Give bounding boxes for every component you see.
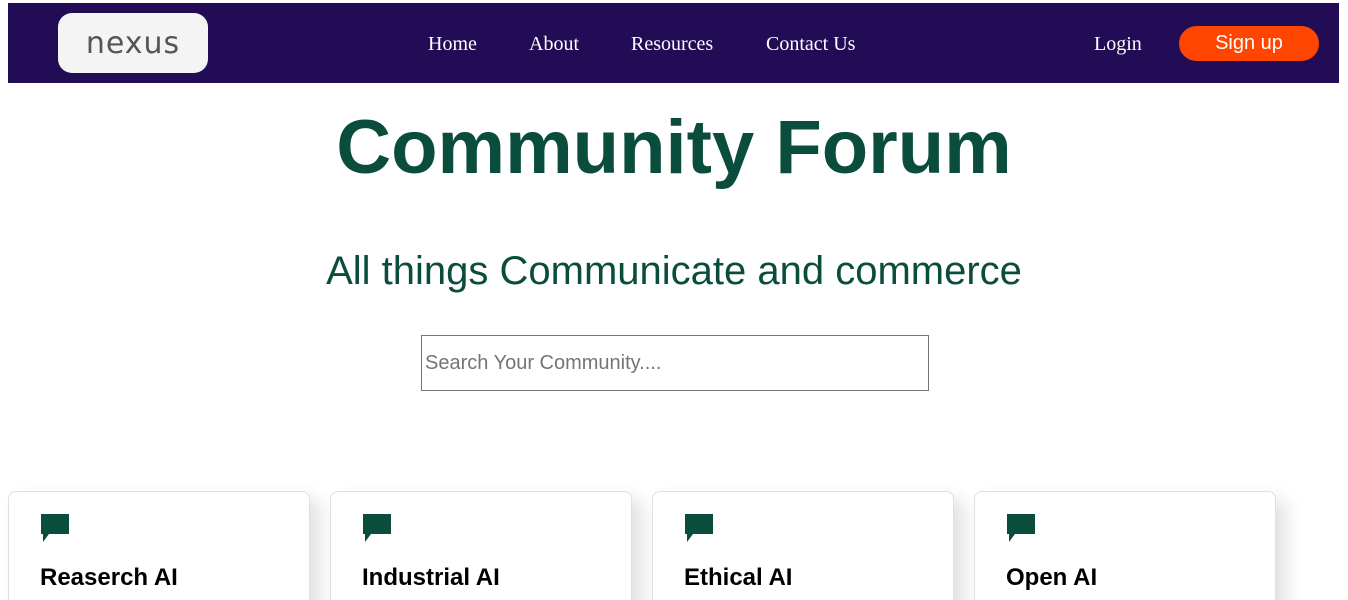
- page-title: Community Forum: [336, 105, 1012, 190]
- page-subtitle: All things Communicate and commerce: [326, 249, 1022, 293]
- comment-icon: [685, 514, 713, 542]
- top-navbar: nexus Home About Resources Contact Us Lo…: [8, 3, 1339, 83]
- nav-resources-link[interactable]: Resources: [631, 33, 713, 56]
- nav-about-link[interactable]: About: [529, 33, 579, 56]
- comment-icon: [363, 514, 391, 542]
- forum-card-industrial-ai[interactable]: Industrial AI: [330, 491, 632, 600]
- forum-card-open-ai[interactable]: Open AI: [974, 491, 1276, 600]
- community-search-input[interactable]: [421, 335, 929, 391]
- login-link[interactable]: Login: [1094, 33, 1142, 56]
- signup-button[interactable]: Sign up: [1179, 26, 1319, 61]
- card-title: Open AI: [1006, 564, 1098, 591]
- card-title: Ethical AI: [684, 564, 793, 591]
- forum-card-ethical-ai[interactable]: Ethical AI: [652, 491, 954, 600]
- card-title: Industrial AI: [362, 564, 500, 591]
- nav-home-link[interactable]: Home: [428, 33, 477, 56]
- forum-card-research-ai[interactable]: Reaserch AI: [8, 491, 310, 600]
- comment-icon: [41, 514, 69, 542]
- card-title: Reaserch AI: [40, 564, 178, 591]
- comment-icon: [1007, 514, 1035, 542]
- nav-contact-link[interactable]: Contact Us: [766, 33, 855, 56]
